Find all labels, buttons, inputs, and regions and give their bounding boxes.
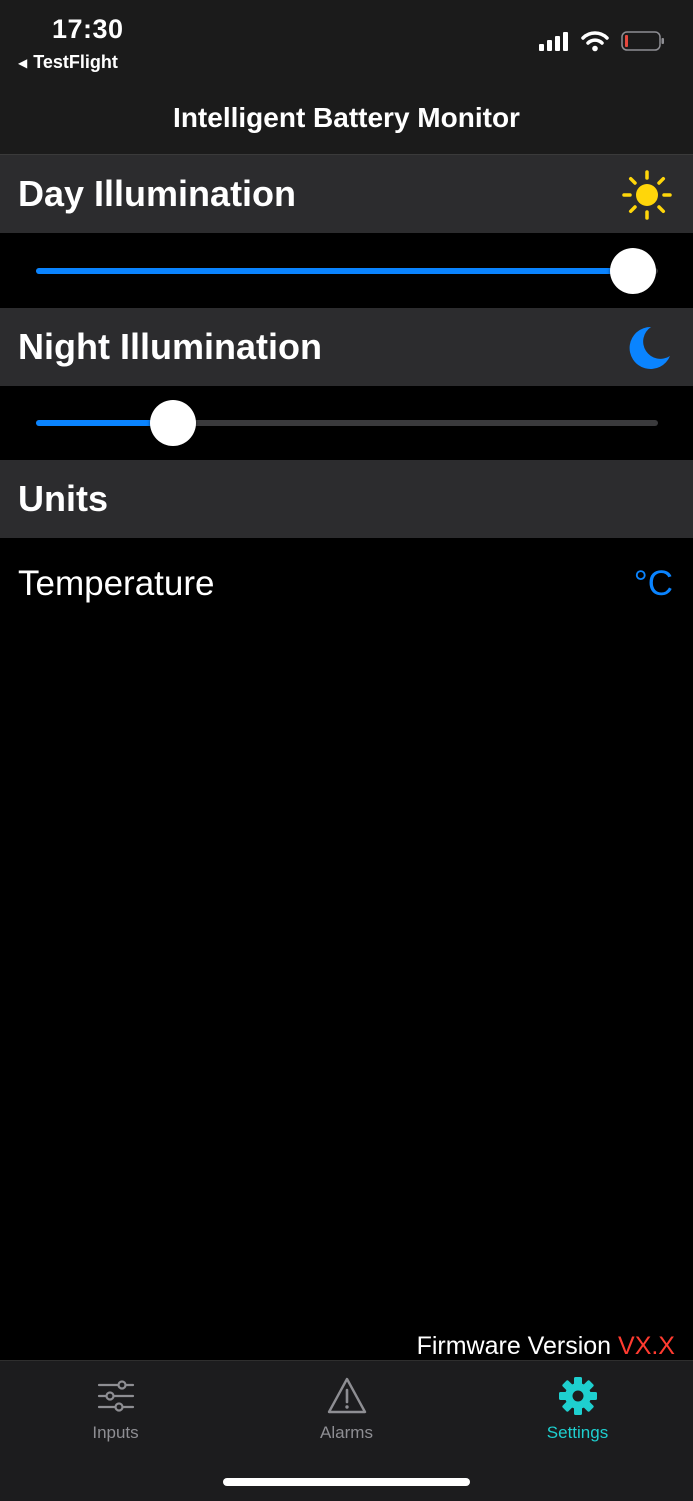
back-triangle-icon: ◀ <box>18 55 28 70</box>
firmware-label: Firmware Version <box>416 1332 612 1360</box>
day-illumination-title: Day Illumination <box>18 173 297 214</box>
status-icons <box>539 30 665 52</box>
tab-settings-label: Settings <box>546 1423 609 1442</box>
tab-inputs-label: Inputs <box>92 1423 139 1442</box>
temperature-unit-value[interactable]: °C <box>634 564 673 604</box>
home-indicator[interactable] <box>223 1478 470 1486</box>
tab-inputs[interactable]: Inputs <box>0 1375 231 1455</box>
tab-alarms[interactable]: Alarms <box>231 1375 462 1455</box>
status-time: 17:30 <box>52 14 124 44</box>
night-illumination-slider[interactable] <box>36 400 658 446</box>
firmware-value: VX.X <box>618 1332 675 1360</box>
night-slider-thumb[interactable] <box>149 400 196 446</box>
section-header-units: Units <box>0 460 693 538</box>
sun-icon <box>622 170 672 220</box>
tab-alarms-label: Alarms <box>320 1423 373 1442</box>
sliders-icon <box>97 1380 134 1412</box>
day-illumination-slider-row <box>0 234 693 308</box>
temperature-label: Temperature <box>18 564 215 603</box>
status-bar: 17:30 ◀ TestFlight <box>0 0 693 82</box>
day-slider-fill <box>36 268 634 274</box>
wifi-icon <box>581 31 609 52</box>
night-illumination-slider-row <box>0 386 693 460</box>
section-header-night-illumination: Night Illumination <box>0 308 693 386</box>
battery-icon <box>621 31 664 51</box>
gear-icon <box>558 1377 597 1415</box>
night-illumination-title: Night Illumination <box>18 326 322 367</box>
tab-settings[interactable]: Settings <box>462 1375 693 1455</box>
firmware-version: Firmware Version VX.X <box>417 1332 675 1361</box>
cellular-signal-icon <box>539 32 568 51</box>
warning-icon <box>327 1377 366 1414</box>
navigation-bar: Intelligent Battery Monitor <box>0 82 693 155</box>
units-title: Units <box>18 478 108 519</box>
moon-icon <box>629 326 670 369</box>
day-illumination-slider[interactable] <box>36 248 658 294</box>
back-to-app-link[interactable]: ◀ TestFlight <box>18 52 118 73</box>
back-app-label: TestFlight <box>33 52 118 72</box>
temperature-row[interactable]: Temperature °C <box>0 540 693 632</box>
section-header-day-illumination: Day Illumination <box>0 155 693 233</box>
day-slider-thumb[interactable] <box>610 248 657 294</box>
page-title: Intelligent Battery Monitor <box>173 102 520 133</box>
